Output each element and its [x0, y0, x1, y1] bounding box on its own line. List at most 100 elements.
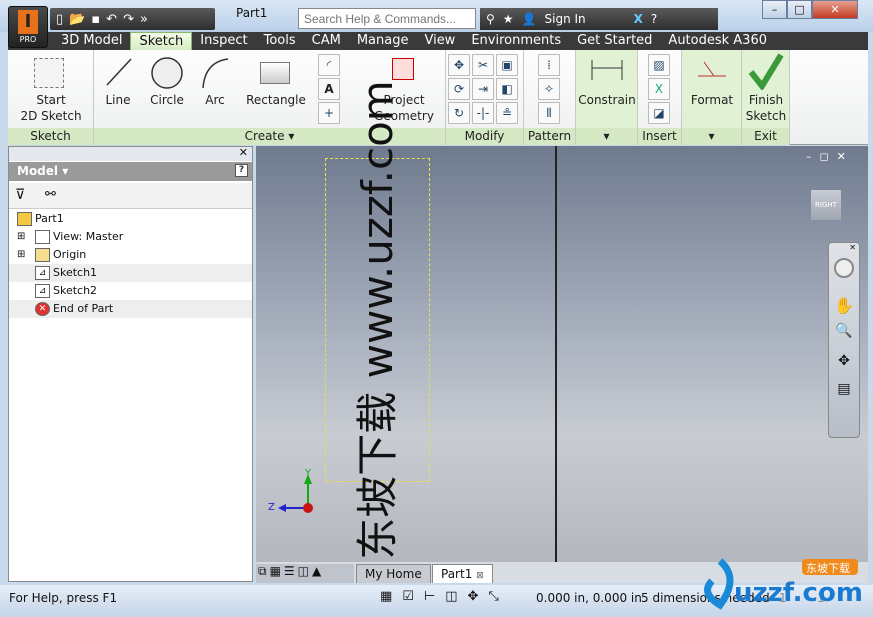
insert-image-icon[interactable]: ▨ [648, 54, 670, 76]
help-icon[interactable]: ? [651, 12, 657, 26]
panel-format[interactable]: Format ▾ [682, 50, 742, 145]
acad-icon[interactable]: ◪ [648, 102, 670, 124]
rectangular-pattern-icon[interactable]: ⁞ [538, 54, 560, 76]
maximize-button[interactable]: □ [787, 0, 812, 19]
start-2d-sketch-button[interactable]: Start 2D Sketch [8, 92, 94, 124]
insert-points-icon[interactable]: X [648, 78, 670, 100]
rotate-icon[interactable]: ↻ [448, 102, 470, 124]
communication-icon[interactable]: ⚲ [486, 12, 495, 26]
tab-inspect[interactable]: Inspect [192, 32, 255, 50]
user-icon: 👤 [521, 12, 537, 26]
tree-label: End of Part [53, 302, 114, 315]
minimize-button[interactable]: – [762, 0, 787, 19]
fillet-icon[interactable]: ◜ [318, 54, 340, 76]
browser-toolbar: ⊽ ⚯ [9, 183, 252, 209]
mirror-icon[interactable]: ⫴ [538, 102, 560, 124]
tree-item-origin[interactable]: ⊞ Origin [9, 246, 252, 264]
tree-label: Sketch2 [53, 284, 98, 297]
tree-item-sketch2[interactable]: ⊿ Sketch2 [9, 282, 252, 300]
close-icon[interactable]: ⊠ [476, 571, 484, 581]
text-icon[interactable]: A [318, 78, 340, 100]
browser-title[interactable]: Model ▾? [9, 162, 252, 181]
application-menu-button[interactable]: I PRO [8, 6, 48, 48]
folder-icon [35, 248, 50, 262]
sketch-text: 东坡下载 www.uzzf.com [353, 80, 402, 560]
tab-manage[interactable]: Manage [349, 32, 417, 50]
viewcube[interactable]: RIGHT [811, 190, 841, 220]
split-icon[interactable]: -|- [472, 102, 494, 124]
open-icon[interactable]: 📂 [69, 12, 85, 27]
uzzf-watermark-logo: uzzf.com 东坡下载 [690, 553, 870, 613]
constrain-expand[interactable]: ▾ [576, 128, 637, 145]
line-button[interactable]: Line [94, 92, 142, 108]
look-at-icon[interactable]: ▤ [829, 381, 859, 397]
tab-my-home[interactable]: My Home [356, 564, 431, 583]
tab-tools[interactable]: Tools [256, 32, 304, 50]
tree-item-end-of-part[interactable]: ✕ End of Part [9, 300, 252, 318]
tab-3d-model[interactable]: 3D Model [53, 32, 130, 50]
status-tool-icons[interactable]: ▦☑⊢◫✥⤡ [380, 589, 509, 604]
more-icon[interactable]: » [140, 12, 148, 27]
panel-constrain[interactable]: Constrain ▾ [576, 50, 638, 145]
search-input[interactable] [298, 8, 476, 29]
find-icon[interactable]: ⚯ [45, 187, 56, 202]
filter-icon[interactable]: ⊽ [15, 187, 25, 203]
tree-item-view-master[interactable]: ⊞ View: Master [9, 228, 252, 246]
redo-icon[interactable]: ↷ [123, 12, 134, 27]
zoom-icon[interactable]: 🔍 [829, 323, 859, 339]
finish-sketch-button[interactable]: Finish Sketch [742, 92, 790, 124]
circle-button[interactable]: Circle [144, 92, 190, 108]
format-expand[interactable]: ▾ [682, 128, 741, 145]
stretch-icon[interactable]: ◧ [496, 78, 518, 100]
orbit-icon[interactable]: ✥ [829, 353, 859, 369]
panel-label: Pattern [524, 128, 575, 145]
tree-item-sketch1[interactable]: ⊿ Sketch1 [9, 264, 252, 282]
tree-item-part1[interactable]: Part1 [9, 210, 252, 228]
tab-sketch[interactable]: Sketch [130, 32, 193, 50]
undo-icon[interactable]: ↶ [106, 12, 117, 27]
save-icon[interactable]: ▪ [91, 12, 100, 27]
sign-in-button[interactable]: Sign In [545, 12, 586, 26]
exchange-icon[interactable]: X [634, 12, 643, 26]
circular-pattern-icon[interactable]: ✧ [538, 78, 560, 100]
close-button[interactable]: ✕ [812, 0, 858, 19]
rectangle-button[interactable]: Rectangle [240, 92, 312, 108]
help-icon[interactable]: ? [235, 164, 248, 177]
tab-get-started[interactable]: Get Started [569, 32, 660, 50]
expand-icon[interactable]: ⊞ [17, 246, 35, 264]
expand-icon[interactable]: ⊞ [17, 228, 35, 246]
pan-icon[interactable]: ✋ [829, 296, 859, 315]
scale-icon[interactable]: ▣ [496, 54, 518, 76]
end-of-part-icon: ✕ [35, 302, 50, 316]
extend-icon[interactable]: ⇥ [472, 78, 494, 100]
viewport-window-controls[interactable]: –◻✕ [806, 150, 854, 163]
window-arrangement-buttons[interactable]: ⧉▦☰◫▲ [256, 564, 354, 583]
tab-view[interactable]: View [416, 32, 463, 50]
panel-grip[interactable]: ✕ [9, 146, 252, 161]
tab-environments[interactable]: Environments [463, 32, 569, 50]
panel-label: Exit [742, 128, 789, 145]
arc-button[interactable]: Arc [194, 92, 236, 108]
constrain-button[interactable]: Constrain [576, 92, 638, 108]
tab-autodesk-a360[interactable]: Autodesk A360 [660, 32, 775, 50]
move-icon[interactable]: ✥ [448, 54, 470, 76]
point-icon[interactable]: + [318, 102, 340, 124]
format-button[interactable]: Format [682, 92, 742, 108]
panel-insert: ▨ X ◪ Insert [638, 50, 682, 145]
steering-wheel-icon[interactable] [834, 258, 854, 278]
close-icon[interactable]: ✕ [829, 243, 859, 252]
quick-access-toolbar: ▯ 📂 ▪ ↶ ↷ » [50, 8, 215, 30]
favorites-icon[interactable]: ★ [503, 12, 514, 26]
viewport-split-divider[interactable] [555, 146, 557, 562]
close-icon[interactable]: ✕ [239, 146, 248, 159]
tab-part1[interactable]: Part1 ⊠ [432, 564, 493, 583]
tab-cam[interactable]: CAM [304, 32, 349, 50]
offset-icon[interactable]: ≗ [496, 102, 518, 124]
cursor-coordinates: 0.000 in, 0.000 in [536, 591, 642, 605]
copy-icon[interactable]: ⟳ [448, 78, 470, 100]
pro-badge: PRO [19, 35, 37, 44]
new-icon[interactable]: ▯ [56, 12, 63, 27]
panel-label: Insert [638, 128, 681, 145]
graphics-viewport[interactable]: 东坡下载 www.uzzf.com RIGHT –◻✕ ✕ ✋ 🔍 ✥ ▤ Y … [256, 80, 868, 562]
trim-icon[interactable]: ✂ [472, 54, 494, 76]
